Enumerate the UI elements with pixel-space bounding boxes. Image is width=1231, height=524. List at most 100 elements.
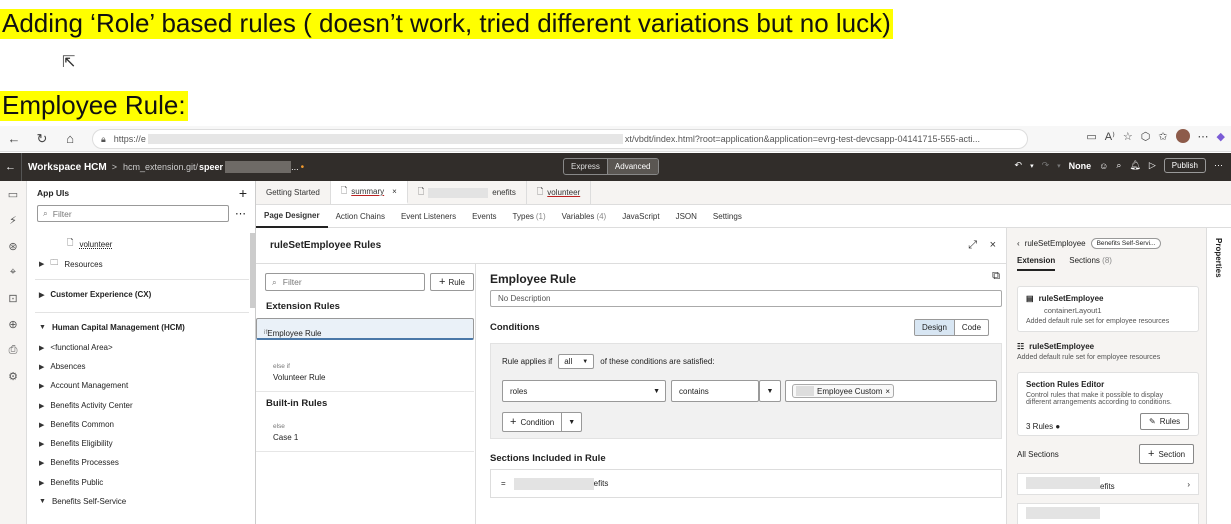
branch-name[interactable]: speer [199,162,223,172]
chevron-right-icon[interactable]: ▶ [39,421,44,429]
reload-icon[interactable]: ↻ [28,131,56,147]
rule-item-case-1[interactable]: else Case 1 [256,416,474,452]
tab-icon[interactable]: ▭ [1086,130,1096,143]
services-icon[interactable]: ⊛ [0,233,26,259]
design-view-button[interactable]: Design [915,320,955,335]
match-type-select[interactable]: all ▼ [558,354,595,369]
run-icon[interactable]: ▷ [1149,160,1156,171]
tree-item[interactable]: ▶ Absences [39,362,86,371]
home-icon[interactable]: ⌂ [56,131,84,146]
code-view-button[interactable]: Code [955,320,988,335]
layouts-icon[interactable]: ⊡ [0,285,26,311]
tree-item[interactable]: ▶ Benefits Eligibility [39,439,113,448]
chevron-left-icon[interactable]: ‹ [1017,239,1020,248]
rule-item-employee[interactable]: if Employee Rule [256,318,474,340]
tree-item-volunteer[interactable]: 🗋︎ volunteer [67,237,112,251]
address-bar[interactable]: 🔒︎ https:// e xt/vbdt/index.html?root=ap… [92,129,1028,149]
edit-rules-button[interactable]: ✎ Rules [1140,413,1190,430]
copilot-icon[interactable]: ◆ [1217,130,1225,143]
close-icon[interactable]: × [392,187,397,196]
extensions-icon[interactable]: ⬡ [1141,130,1151,143]
profile-selector[interactable]: None [1069,161,1092,171]
workspace-name[interactable]: Workspace HCM [28,162,107,173]
chevron-right-icon[interactable]: ▶ [39,291,44,299]
tab-settings[interactable]: Settings [705,205,750,228]
favorites-icon[interactable]: ✩ [1158,130,1167,143]
add-condition-menu-icon[interactable]: ▼ [561,413,581,431]
tab-variables[interactable]: Variables (4) [554,205,615,228]
chevron-right-icon[interactable]: ▶ [39,260,44,268]
tab-events[interactable]: Events [464,205,504,228]
tab-javascript[interactable]: JavaScript [614,205,667,228]
document-icon[interactable]: ⎙ [0,337,26,363]
ruleset-card[interactable]: ▤ ruleSetEmployee containerLayout1 Added … [1017,286,1199,332]
add-icon[interactable]: + [239,185,247,201]
condition-field-select[interactable]: roles ▼ [502,380,666,402]
globe-icon[interactable]: ⊕ [0,311,26,337]
mode-switch[interactable]: Express Advanced [563,158,659,175]
rule-item-volunteer[interactable]: else if Volunteer Rule [256,356,474,392]
more-icon[interactable]: ⋯ [1198,130,1209,143]
favorite-star-icon[interactable]: ☆ [1123,130,1133,143]
undo-menu-icon[interactable]: ▾ [1030,162,1034,170]
processes-icon[interactable]: ⚡︎ [0,207,26,233]
tree-item[interactable]: ▼ Benefits Self-Service [39,497,126,506]
tree-item[interactable]: ▶ Benefits Processes [39,458,119,467]
chevron-right-icon[interactable]: ▶ [39,479,44,487]
scrollbar[interactable] [250,233,255,308]
duplicate-icon[interactable]: ⧉ [992,270,1000,283]
publish-button[interactable]: Publish [1163,158,1206,173]
back-icon[interactable]: ← [0,153,22,181]
redo-icon[interactable]: ↷ [1042,160,1050,171]
search-icon[interactable]: ⌕ [1116,160,1121,171]
view-mode-toggle[interactable]: Design Code [914,319,990,336]
tree-item[interactable]: ▶ Benefits Public [39,478,103,487]
tree-item[interactable]: ▶ <functional Area> [39,343,113,352]
tab-sections[interactable]: Sections (8) [1069,256,1112,271]
chevron-down-icon[interactable]: ▼ [39,324,46,331]
chevron-right-icon[interactable]: ▶ [39,363,44,371]
tab-volunteer[interactable]: 🗋︎ volunteer [527,181,592,204]
tab-types[interactable]: Types (1) [505,205,554,228]
tree-item-hcm[interactable]: ▼ Human Capital Management (HCM) [39,323,185,332]
app-uis-filter[interactable]: ⌕ Filter [37,205,229,222]
condition-operator-select[interactable]: contains [671,380,759,402]
repo-path[interactable]: hcm_extension.git/ [123,162,198,172]
tree-item[interactable]: ▶ Benefits Activity Center [39,401,133,410]
properties-vertical-tab[interactable]: Properties [1206,228,1231,524]
tab-event-listeners[interactable]: Event Listeners [393,205,464,228]
section-item[interactable]: efits › [1017,473,1199,495]
remove-chip-icon[interactable]: × [885,387,890,396]
close-icon[interactable]: × [990,239,996,251]
tab-json[interactable]: JSON [668,205,705,228]
avatar[interactable] [1175,129,1190,143]
components-icon[interactable]: ⌖ [0,259,26,285]
web-apps-icon[interactable]: ▭ [0,181,26,207]
tab-page-designer[interactable]: Page Designer [256,205,328,228]
more-icon[interactable]: ⋯ [235,207,246,220]
mode-advanced[interactable]: Advanced [606,159,658,174]
section-item[interactable] [1017,503,1199,524]
smile-icon[interactable]: ☺ [1099,161,1108,171]
chevron-right-icon[interactable]: ▶ [39,402,44,410]
tree-item[interactable]: ▶ Account Management [39,381,128,390]
notifications-icon[interactable]: 🔔︎ [1129,160,1140,171]
tree-item-resources[interactable]: ▶ 🗀︎ Resources [39,257,103,271]
add-condition-button[interactable]: + Condition ▼ [502,412,583,432]
reader-icon[interactable]: A⁾ [1105,130,1115,143]
back-arrow-icon[interactable]: ← [0,131,28,146]
chevron-right-icon[interactable]: ▶ [39,382,44,390]
rule-description-field[interactable]: No Description [490,290,1002,307]
add-section-button[interactable]: + Section [1139,444,1195,464]
tree-item[interactable]: ▶ Benefits Common [39,420,114,429]
chevron-down-icon[interactable]: ▼ [39,498,46,505]
mode-express[interactable]: Express [564,159,607,174]
tab-summary[interactable]: 🗋︎ summary × [330,181,408,204]
condition-value-input[interactable]: Employee Custom × [785,380,997,402]
chevron-right-icon[interactable]: ▶ [39,440,44,448]
chevron-right-icon[interactable]: ▶ [39,459,44,467]
tab-getting-started[interactable]: Getting Started [256,181,331,204]
undo-icon[interactable]: ↶ [1015,160,1023,171]
settings-icon[interactable]: ⚙︎ [0,363,26,389]
add-rule-button[interactable]: + Rule [430,273,474,291]
